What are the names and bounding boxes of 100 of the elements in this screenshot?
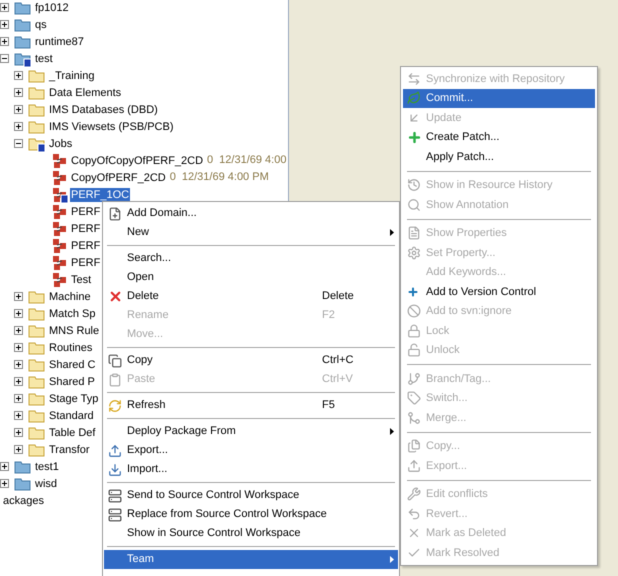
settings-icon [407,246,421,260]
lock-icon [407,324,421,338]
menu-item[interactable]: Team [104,550,398,569]
expand-toggle[interactable] [14,292,23,301]
tree-item[interactable]: wisd [34,476,58,490]
tree-item[interactable]: MNS Rule [48,324,100,338]
tree-item[interactable]: IMS Databases (DBD) [48,102,159,116]
folder-icon [14,0,32,16]
tree-item[interactable]: runtime87 [34,34,85,48]
submenu-arrow-icon [390,556,394,563]
expand-toggle[interactable] [14,360,23,369]
menu-item[interactable]: Export... [104,441,398,460]
tree-item[interactable]: PERF [70,204,102,218]
expand-toggle[interactable] [14,428,23,437]
document-icon [407,226,421,240]
refresh-icon [108,398,122,412]
tree-item[interactable]: CopyOfPERF_2CD [70,170,167,184]
tree-item[interactable]: CopyOfCopyOfPERF_2CD [70,154,204,168]
tree-item[interactable]: PERF [70,256,102,270]
folder-icon [28,374,46,390]
expand-toggle[interactable] [14,411,23,420]
expand-toggle[interactable] [14,377,23,386]
menu-item[interactable]: Deploy Package From [104,422,398,441]
shortcut-label: Ctrl+V [322,372,354,388]
tree-item[interactable]: PERF [70,222,102,236]
tree-item[interactable]: Transfor [48,442,91,456]
tree-item[interactable]: Jobs [48,136,74,150]
menu-item[interactable]: Open [104,268,398,287]
tree-item[interactable]: PERF [70,238,102,252]
history-icon [407,178,421,192]
expand-toggle[interactable] [14,88,23,97]
folder-icon [28,442,46,458]
revision-number: 0 [170,170,176,186]
job-icon [52,272,68,288]
menu-item[interactable]: Delete Delete [104,287,398,306]
collapse-toggle[interactable] [14,139,23,148]
expand-toggle[interactable] [0,37,9,46]
job-icon [52,254,68,270]
tree-item[interactable]: qs [34,18,48,32]
folder-icon [28,322,46,338]
tree-item[interactable]: Table Def [48,426,96,440]
expand-toggle[interactable] [14,343,23,352]
tree-item[interactable]: Machine [48,290,92,304]
expand-toggle[interactable] [0,462,9,471]
expand-toggle[interactable] [0,20,9,29]
tree-item[interactable]: fp1012 [34,0,70,14]
tree-item[interactable]: IMS Viewsets (PSB/PCB) [48,120,174,134]
tree-item[interactable]: test1 [34,460,60,474]
job-icon [52,170,68,186]
tree-item[interactable]: Stage Typ [48,392,100,406]
expand-toggle[interactable] [14,309,23,318]
folder-icon [28,306,46,322]
menu-item[interactable]: Replace from Source Control Workspace [104,505,398,524]
job-icon [52,220,68,236]
expand-toggle[interactable] [0,3,9,12]
menu-item[interactable]: Add to Version Control [403,282,595,302]
menu-item[interactable]: Search... [104,249,398,268]
tree-item[interactable]: Routines [48,340,94,354]
tree-item[interactable]: test [34,52,54,66]
folder-icon [28,424,46,440]
plus-icon [407,130,422,145]
expand-toggle[interactable] [14,105,23,114]
menu-item[interactable]: Create Patch... [403,128,595,147]
tree-item[interactable]: Match Sp [48,306,96,320]
folder-icon [28,340,46,356]
menu-item[interactable]: Apply Patch... [403,147,595,166]
menu-item[interactable]: Commit... [403,88,595,108]
folder-icon [28,136,46,152]
expand-toggle[interactable] [14,71,23,80]
tree-item[interactable]: ackages [2,494,45,508]
expand-toggle[interactable] [14,445,23,454]
menu-item[interactable]: Copy Ctrl+C [104,351,398,370]
menu-item[interactable]: Send to Source Control Workspace [104,486,398,505]
tree-item[interactable]: Data Elements [48,86,122,100]
tree-item[interactable]: Test [70,272,92,286]
expand-toggle[interactable] [14,122,23,131]
merge-icon [407,410,421,425]
branch-icon [407,372,421,386]
shortcut-label: F5 [322,398,336,414]
menu-item[interactable]: Show in Source Control Workspace [104,524,398,543]
expand-toggle[interactable] [14,326,23,335]
tree-item[interactable]: _Training [48,68,96,82]
expand-toggle[interactable] [14,394,23,403]
tree-item[interactable]: Standard [48,408,95,422]
menu-item[interactable]: Import... [104,460,398,479]
folder-icon [28,390,46,406]
modified-date: 12/31/69 4:00 PM [182,170,269,186]
tree-item[interactable]: PERF_1OC [70,188,130,202]
expand-toggle[interactable] [0,479,9,488]
folder-icon [14,50,32,66]
menu-item[interactable]: Add Domain... [104,204,398,223]
export-icon [108,444,122,458]
menu-item[interactable]: New [104,223,398,242]
collapse-toggle[interactable] [0,54,9,63]
menu-item[interactable]: Refresh F5 [104,396,398,415]
wrench-icon [407,487,421,502]
tree-item[interactable]: Shared C [48,358,96,372]
tree-item[interactable]: Shared P [48,374,96,388]
folder-icon [14,476,32,492]
shortcut-label: Ctrl+C [322,353,354,368]
